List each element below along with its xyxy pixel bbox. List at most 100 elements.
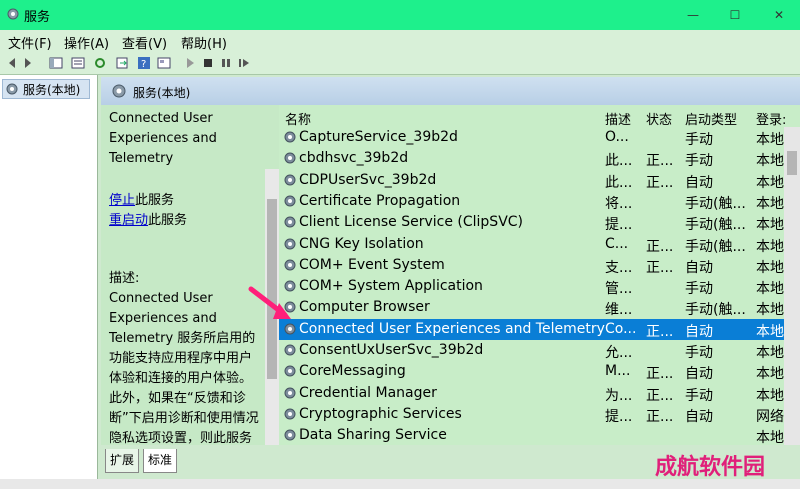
column-header-status[interactable]: 状态 xyxy=(646,109,672,128)
table-row[interactable]: COM+ Event System 支... 正... 自动 本地. xyxy=(279,255,788,276)
pointer-arrow-icon xyxy=(248,286,291,319)
cell-desc: Co... xyxy=(605,320,637,337)
cell-name: CNG Key Isolation xyxy=(299,235,424,252)
cell-desc: 允... xyxy=(605,345,633,361)
cell-startup: 自动 xyxy=(685,408,713,425)
scrollbar-thumb[interactable] xyxy=(787,151,797,175)
cell-startup: 手动(触... xyxy=(685,195,746,212)
cell-status: 正... xyxy=(646,153,674,170)
restart-service-link[interactable]: 重启动 xyxy=(109,213,148,228)
cell-startup: 自动 xyxy=(685,323,713,340)
refresh-icon[interactable] xyxy=(92,55,108,71)
description-line: Connected User xyxy=(109,291,213,306)
service-gear-icon xyxy=(284,259,296,271)
menu-help[interactable]: 帮助(H) xyxy=(181,33,227,52)
restart-icon[interactable] xyxy=(236,55,252,71)
play-icon[interactable] xyxy=(182,55,198,71)
service-name-line: Connected User xyxy=(109,111,213,126)
table-row[interactable]: CoreMessaging M... 正... 自动 本地. xyxy=(279,361,788,383)
back-icon[interactable] xyxy=(4,55,20,71)
table-row[interactable]: Credential Manager 为... 正... 手动 本地. xyxy=(279,383,788,404)
description-label: 描述: xyxy=(109,271,140,286)
maximize-button[interactable]: ☐ xyxy=(722,4,748,26)
properties-icon[interactable] xyxy=(156,55,172,71)
cell-name: CaptureService_39b2d xyxy=(299,129,458,145)
table-row-selected[interactable]: Connected User Experiences and Telemetry… xyxy=(279,318,788,340)
cell-name: COM+ Event System xyxy=(299,256,445,273)
cell-status: 正... xyxy=(646,408,674,425)
column-header-name[interactable]: 名称 xyxy=(285,109,311,128)
close-button[interactable]: ✕ xyxy=(766,4,792,26)
cell-startup: 手动(触... xyxy=(685,238,746,255)
cell-startup: 手动 xyxy=(685,153,713,170)
restart-service-action: 重启动此服务 xyxy=(109,211,187,231)
cell-name: CDPUserSvc_39b2d xyxy=(299,171,437,188)
cell-startup: 手动 xyxy=(685,281,713,298)
cell-startup: 手动(触... xyxy=(685,217,746,234)
table-row[interactable]: ConsentUxUserSvc_39b2d 允... 手动 本地. xyxy=(279,340,788,361)
cell-desc: 提... xyxy=(605,217,633,234)
table-row[interactable]: Cryptographic Services 提... 正... 自动 网络. xyxy=(279,404,788,425)
stop-service-suffix: 此服务 xyxy=(135,193,175,208)
cell-name: Credential Manager xyxy=(299,384,437,401)
service-gear-icon xyxy=(284,195,296,207)
cell-name: Computer Browser xyxy=(299,299,430,316)
cell-status: 正... xyxy=(646,387,674,404)
pane-header: 服务(本地) xyxy=(101,77,800,105)
column-header-logon[interactable]: 登录: xyxy=(756,109,786,128)
table-row[interactable]: CNG Key Isolation C... 正... 手动(触... 本地. xyxy=(279,234,788,255)
description-line: Telemetry 服务所启用的 xyxy=(109,331,256,346)
console-tree-icon[interactable] xyxy=(48,55,64,71)
stop-icon[interactable] xyxy=(200,55,216,71)
window-title: 服务 xyxy=(24,10,51,25)
table-row[interactable]: CDPUserSvc_39b2d 此... 正... 自动 本地. xyxy=(279,170,788,191)
tree-item-services-local[interactable]: 服务(本地) xyxy=(2,79,90,99)
menu-file[interactable]: 文件(F) xyxy=(8,33,52,52)
service-gear-icon xyxy=(284,429,296,441)
cell-status: 正... xyxy=(646,259,674,276)
cell-desc: 此... xyxy=(605,153,633,170)
list-icon[interactable] xyxy=(70,55,86,71)
description-line: 隐私选项设置，则此服务 xyxy=(109,431,253,446)
description-line: 功能支持应用程序中用户 xyxy=(109,351,253,366)
stop-service-link[interactable]: 停止 xyxy=(109,193,135,208)
menu-view[interactable]: 查看(V) xyxy=(122,33,167,52)
service-gear-icon xyxy=(284,152,296,164)
table-row[interactable]: Certificate Propagation 将... 手动(触... 本地. xyxy=(279,191,788,212)
column-header-description[interactable]: 描述 xyxy=(605,109,631,128)
table-row[interactable]: CaptureService_39b2d O... 手动 本地. xyxy=(279,127,788,148)
column-header-startup-type[interactable]: 启动类型 xyxy=(685,109,737,128)
table-row[interactable]: Data Sharing Service 本地. xyxy=(279,425,788,445)
restart-service-suffix: 此服务 xyxy=(148,213,188,228)
cell-desc: 为... xyxy=(605,387,633,404)
table-row[interactable]: cbdhsvc_39b2d 此... 正... 手动 本地. xyxy=(279,148,788,170)
minimize-button[interactable]: — xyxy=(680,4,706,26)
list-scrollbar[interactable] xyxy=(784,127,800,445)
tab-extended[interactable]: 扩展 xyxy=(105,449,140,473)
cell-name: ConsentUxUserSvc_39b2d xyxy=(299,342,484,358)
tab-standard[interactable]: 标准 xyxy=(143,449,178,473)
table-row[interactable]: Client License Service (ClipSVC) 提... 手动(触… xyxy=(279,212,788,234)
tree-item-label: 服务(本地) xyxy=(23,83,81,97)
cell-desc: 将... xyxy=(605,195,633,212)
cell-name: Certificate Propagation xyxy=(299,192,461,209)
svg-text:?: ? xyxy=(141,59,146,70)
pause-icon[interactable] xyxy=(218,55,234,71)
watermark: 成航软件园 xyxy=(655,455,766,480)
menu-action[interactable]: 操作(A) xyxy=(64,33,109,52)
export-icon[interactable] xyxy=(114,55,130,71)
cell-desc: 此... xyxy=(605,174,633,191)
cell-desc: O... xyxy=(605,129,629,145)
table-row[interactable]: COM+ System Application 管... 手动 本地. xyxy=(279,276,788,298)
service-gear-icon xyxy=(284,387,296,399)
service-gear-icon xyxy=(284,344,296,356)
cell-name: CoreMessaging xyxy=(299,363,406,380)
service-gear-icon xyxy=(284,365,296,377)
toolbar: ? xyxy=(0,52,800,75)
cell-status: 正... xyxy=(646,238,674,255)
menu-bar: 文件(F) 操作(A) 查看(V) 帮助(H) xyxy=(0,30,800,52)
cell-status: 正... xyxy=(646,366,674,383)
table-row[interactable]: Computer Browser 维... 手动(触... 本地. xyxy=(279,297,788,318)
forward-icon[interactable] xyxy=(20,55,36,71)
help-icon[interactable]: ? xyxy=(136,55,152,71)
